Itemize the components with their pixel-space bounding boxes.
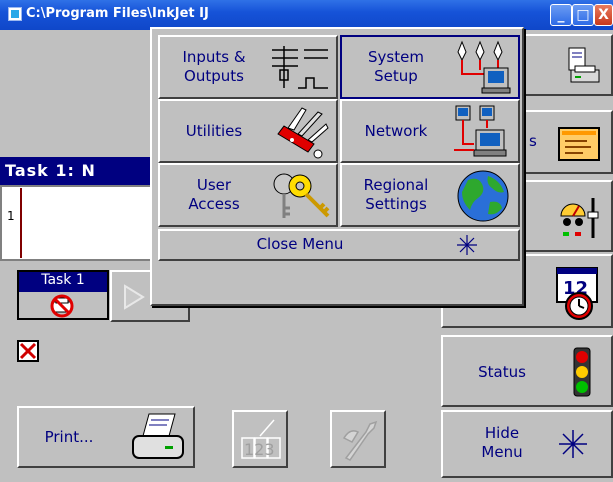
maximize-button[interactable]: □ [572, 4, 594, 26]
close-menu-label: Close Menu [256, 235, 344, 253]
task-title: Task 1: N [0, 157, 150, 185]
messages-partial-label: s [529, 132, 537, 150]
close-button[interactable]: X [594, 4, 613, 26]
sparkle-icon [457, 235, 477, 255]
task-display[interactable] [0, 185, 150, 261]
main-menu-popup: Inputs & Outputs System Setup Utilities … [150, 27, 524, 306]
tools-icon [342, 420, 378, 461]
menu-utilities[interactable]: Utilities [158, 99, 338, 163]
svg-text:123: 123 [244, 440, 275, 459]
utilities-label: Utilities [185, 121, 243, 140]
network-label: Network [364, 121, 428, 140]
system-setup-label: System Setup [368, 48, 424, 85]
no-print-icon [47, 294, 77, 318]
window-title: C:\Program Files\InkJet IJ [26, 6, 209, 21]
close-menu-button[interactable]: Close Menu [158, 229, 520, 261]
network-icon [454, 105, 507, 157]
error-x-icon [17, 340, 39, 362]
hide-menu-button[interactable]: Hide Menu [441, 410, 613, 478]
menu-network[interactable]: Network [340, 99, 520, 163]
globe-icon [457, 170, 509, 222]
status-label: Status [478, 363, 526, 381]
hide-menu-label: Hide Menu [481, 424, 523, 461]
window-title-bar[interactable]: C:\Program Files\InkJet IJ _ □ X [0, 0, 613, 30]
user-access-label: User Access [188, 176, 240, 213]
system-setup-icon [457, 40, 511, 94]
traffic-light-icon [573, 347, 591, 397]
task-line-number: 1 [7, 209, 15, 223]
regional-settings-label: Regional Settings [363, 176, 429, 213]
keys-icon [273, 173, 330, 218]
sparkle-icon [559, 430, 587, 458]
numbers-icon: 123 [241, 419, 281, 459]
menu-system-setup[interactable]: System Setup [340, 35, 520, 99]
app-icon [8, 7, 22, 21]
printer-icon [132, 413, 184, 459]
menu-inputs-outputs[interactable]: Inputs & Outputs [158, 35, 338, 99]
status-button[interactable]: Status [441, 335, 613, 407]
print-label: Print... [44, 428, 94, 446]
circuit-icon [272, 46, 328, 89]
menu-user-access[interactable]: User Access [158, 163, 338, 227]
minimize-button[interactable]: _ [550, 4, 572, 26]
gauge-sliders-icon [560, 198, 599, 238]
swiss-knife-icon [277, 107, 329, 159]
print-button[interactable]: Print... [17, 406, 195, 468]
play-icon [124, 284, 145, 310]
printer-icon [568, 47, 600, 83]
task-margin-line [20, 188, 22, 258]
calendar-clock-icon: 12 [556, 267, 598, 320]
tools-button[interactable] [330, 410, 386, 468]
menu-regional-settings[interactable]: Regional Settings [340, 163, 520, 227]
numbering-button[interactable]: 123 [232, 410, 288, 468]
inputs-outputs-label: Inputs & Outputs [182, 48, 246, 85]
message-icon [558, 127, 600, 161]
task-1-label: Task 1 [19, 272, 107, 292]
